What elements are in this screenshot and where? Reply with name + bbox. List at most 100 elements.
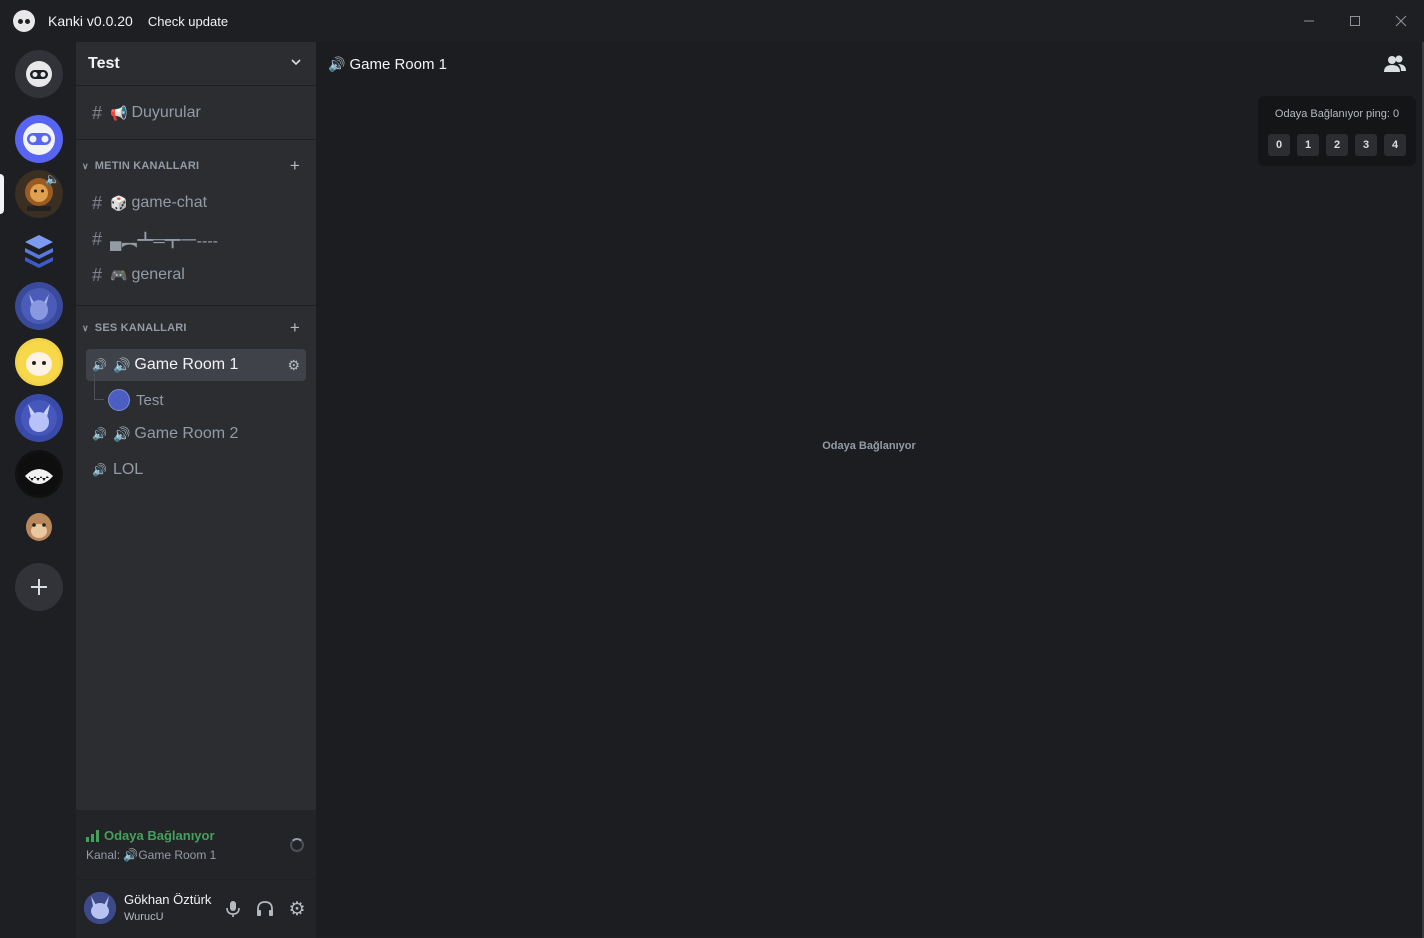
ping-cell[interactable]: 4	[1384, 134, 1406, 156]
add-channel-button[interactable]: +	[290, 156, 300, 176]
add-channel-button[interactable]: +	[290, 318, 300, 338]
voice-channel-lol[interactable]: 🔊 LOL	[86, 454, 306, 486]
ping-cell[interactable]: 3	[1355, 134, 1377, 156]
speaker-icon: 🔊	[92, 358, 107, 372]
speaker-icon: 🔈	[45, 172, 60, 186]
voice-user-name: Test	[136, 391, 164, 409]
dog-avatar-icon	[26, 513, 52, 549]
category-text[interactable]: ∨ METIN KANALLARI +	[82, 156, 310, 176]
selected-server-indicator	[0, 174, 4, 214]
speaker-icon: 🔊	[92, 463, 107, 477]
minimize-button[interactable]	[1286, 0, 1332, 42]
voice-status-panel: Odaya Bağlanıyor Kanal: 🔊Game Room 1	[76, 810, 316, 880]
minimize-icon	[1304, 20, 1314, 22]
ping-cell[interactable]: 2	[1326, 134, 1348, 156]
user-panel: Gökhan Öztürk WurucU ⚙	[76, 880, 316, 938]
close-icon	[1395, 15, 1407, 27]
main-content: 🔊 Game Room 1 Odaya Bağlanıyor ping: 0 0…	[316, 42, 1422, 936]
user-settings-button[interactable]: ⚙	[285, 897, 309, 921]
channel-label: ▄︻┻═┳一----	[110, 233, 218, 250]
title-bar: Kanki v0.0.20 Check update	[0, 0, 1424, 42]
gear-icon: ⚙	[288, 898, 306, 920]
category-label: SES KANALLARI	[94, 322, 187, 334]
connecting-status: Odaya Bağlanıyor	[822, 440, 916, 452]
check-update-link[interactable]: Check update	[148, 14, 228, 29]
ping-cell[interactable]: 0	[1268, 134, 1290, 156]
chevron-down-icon: ∨	[82, 160, 89, 171]
channel-label: general	[131, 266, 185, 283]
avatar	[108, 389, 130, 411]
divider	[76, 305, 316, 306]
hash-icon: #	[92, 228, 103, 249]
connection-status: Odaya Bağlanıyor	[86, 828, 215, 843]
voice-user-row[interactable]: Test	[108, 387, 164, 413]
guild-header[interactable]: Test	[76, 42, 316, 86]
server-chibi[interactable]	[15, 338, 63, 386]
avatar[interactable]	[84, 892, 116, 924]
close-button[interactable]	[1378, 0, 1424, 42]
user-tag: WurucU	[124, 911, 164, 923]
tree-connector	[94, 374, 104, 400]
ping-cells: 0 1 2 3 4	[1268, 134, 1406, 156]
loading-spinner-icon	[290, 838, 304, 852]
kanki-logo-icon	[23, 123, 55, 155]
server-layers[interactable]	[15, 226, 63, 274]
divider	[76, 139, 316, 140]
chevron-down-icon	[290, 56, 302, 71]
voice-channel-game-room-2[interactable]: 🔊 🔊 Game Room 2	[86, 418, 306, 450]
channel-label: LOL	[112, 461, 144, 478]
channel-duyurular[interactable]: # 📢 Duyurular	[86, 97, 306, 129]
server-wolf[interactable]	[15, 282, 63, 330]
app-title: Kanki v0.0.20	[48, 13, 133, 29]
hash-icon: #	[92, 264, 103, 285]
server-fox[interactable]	[15, 394, 63, 442]
voice-channel-game-room-1[interactable]: 🔊 🔊 Game Room 1 ⚙	[86, 349, 306, 381]
ping-panel: Odaya Bağlanıyor ping: 0 0 1 2 3 4	[1258, 96, 1416, 166]
deafen-button[interactable]	[253, 897, 277, 921]
ping-cell[interactable]: 1	[1297, 134, 1319, 156]
kanki-logo-icon	[26, 61, 52, 87]
members-button[interactable]	[1384, 54, 1406, 74]
chevron-down-icon: ∨	[82, 322, 89, 333]
gear-icon[interactable]: ⚙	[287, 357, 300, 374]
hash-icon: #	[92, 192, 103, 213]
signal-icon	[86, 829, 99, 842]
channel-general[interactable]: # 🎮 general	[86, 259, 306, 291]
channel-label: Duyurular	[131, 104, 201, 121]
maximize-button[interactable]	[1332, 0, 1378, 42]
hash-icon: #	[92, 102, 103, 123]
mute-button[interactable]	[221, 897, 245, 921]
channel-label: Game Room 2	[134, 425, 239, 442]
speaker-icon: 🔊	[92, 427, 107, 441]
wolf-avatar-icon	[21, 288, 57, 324]
channel-label: game-chat	[131, 194, 208, 211]
layers-icon	[25, 235, 53, 268]
maximize-icon	[1350, 16, 1360, 26]
server-kanki[interactable]	[15, 115, 63, 163]
ping-label: Odaya Bağlanıyor ping: 0	[1274, 108, 1400, 120]
channel-label: Game Room 1	[134, 356, 239, 373]
plus-icon	[31, 579, 47, 595]
microphone-icon	[226, 901, 240, 917]
fox-avatar-icon	[21, 400, 57, 436]
server-voice[interactable]	[15, 506, 63, 554]
kanki-logo-icon	[13, 10, 35, 32]
channel-game-chat[interactable]: # 🎲 game-chat	[86, 187, 306, 219]
channel-header: 🔊 Game Room 1	[316, 42, 1422, 86]
members-icon	[1384, 55, 1406, 72]
chibi-avatar-icon	[18, 341, 60, 383]
channel-gun[interactable]: # ▄︻┻═┳一----	[86, 223, 306, 255]
headphones-icon	[257, 901, 273, 916]
add-server-button[interactable]	[15, 563, 63, 611]
category-label: METIN KANALLARI	[94, 160, 200, 172]
channel-sidebar: Test # 📢 Duyurular ∨ METIN KANALLARI + #…	[76, 42, 316, 938]
server-shark[interactable]	[15, 450, 63, 498]
channel-title: Game Room 1	[349, 55, 447, 73]
category-voice[interactable]: ∨ SES KANALLARI +	[82, 318, 310, 338]
home-button[interactable]	[15, 50, 63, 98]
shark-avatar-icon	[18, 453, 60, 495]
user-name: Gökhan Öztürk	[124, 892, 212, 907]
server-rail: 🔈	[0, 42, 76, 938]
voice-channel-info: Kanal: 🔊Game Room 1	[86, 848, 217, 862]
speaker-icon: 🔊	[328, 55, 346, 72]
